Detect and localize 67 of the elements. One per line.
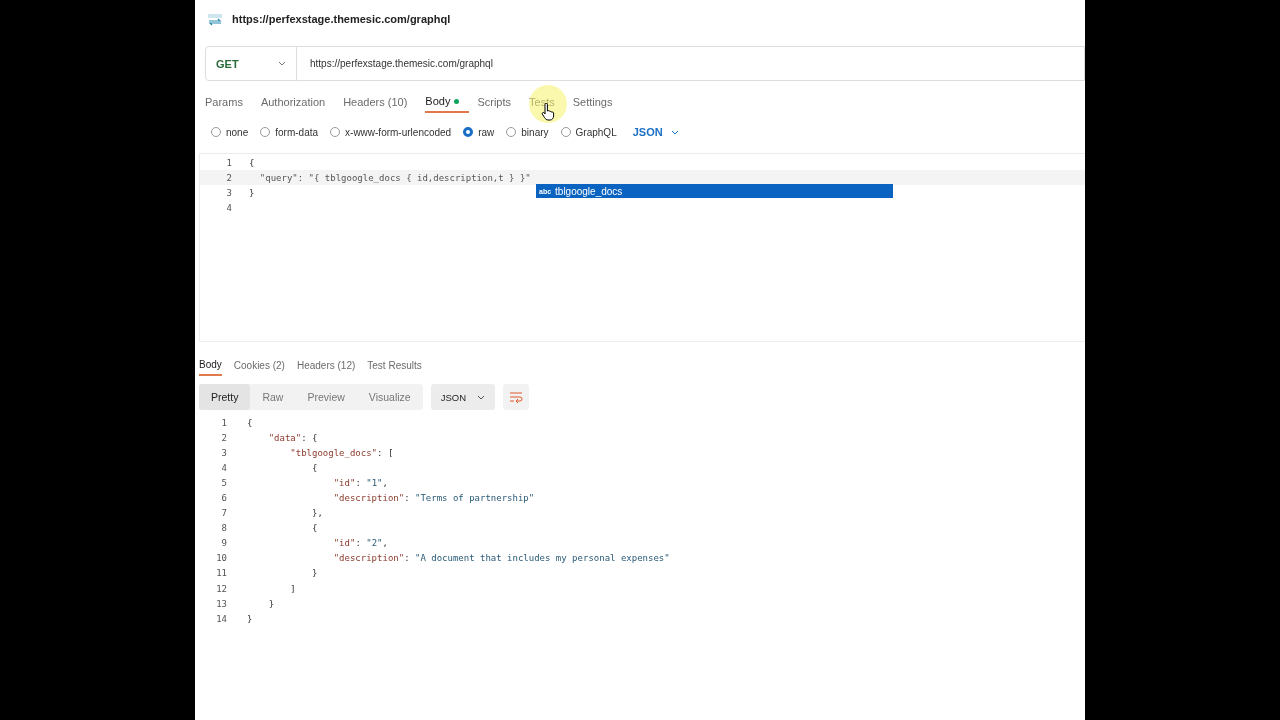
method-dropdown[interactable]: GET bbox=[205, 46, 297, 81]
chevron-down-icon bbox=[476, 394, 485, 400]
wrap-button[interactable] bbox=[502, 384, 529, 410]
body-type-radio[interactable]: none bbox=[211, 126, 249, 138]
http-icon bbox=[207, 12, 223, 26]
suggestion-text: tblgoogle_docs bbox=[555, 185, 623, 197]
response-tab[interactable]: Headers (12) bbox=[296, 354, 356, 376]
request-tab[interactable]: Headers (10) bbox=[343, 91, 418, 113]
body-type-radio[interactable]: form-data bbox=[260, 126, 319, 138]
line-number: 1 bbox=[220, 417, 227, 428]
code-line: } bbox=[246, 613, 253, 624]
request-tab[interactable]: Settings bbox=[572, 91, 623, 113]
request-tab[interactable]: Body bbox=[425, 91, 470, 113]
response-tab[interactable]: Cookies (2) bbox=[233, 354, 285, 376]
view-mode-tab[interactable]: Raw bbox=[250, 384, 296, 410]
body-type-radio[interactable]: x-www-form-urlencoded bbox=[330, 126, 452, 138]
line-number: 6 bbox=[220, 493, 227, 503]
line-number: 3 bbox=[225, 187, 232, 198]
code-line: { bbox=[311, 462, 318, 473]
code-line: "description": "Terms of partnership" bbox=[332, 493, 535, 503]
line-number: 4 bbox=[220, 462, 227, 473]
code-line: } bbox=[248, 187, 255, 198]
body-type-radio[interactable]: GraphQL bbox=[560, 126, 617, 138]
line-number: 9 bbox=[220, 538, 227, 549]
line-number: 3 bbox=[220, 447, 227, 458]
code-line: } bbox=[311, 568, 318, 579]
code-line: } bbox=[267, 598, 275, 609]
code-line: { bbox=[248, 157, 255, 168]
line-number: 8 bbox=[220, 523, 227, 534]
request-tab[interactable]: Authorization bbox=[260, 91, 336, 113]
chevron-down-icon bbox=[278, 61, 286, 66]
code-line: "query": "{ tblgoogle_docs { id,description,t } }" bbox=[258, 172, 531, 183]
code-line: "tblgoogle_docs": [ bbox=[289, 447, 394, 458]
line-number: 14 bbox=[215, 613, 227, 624]
response-format-dropdown[interactable]: JSON bbox=[430, 384, 495, 410]
code-line: "data": { bbox=[267, 432, 318, 443]
request-tab[interactable]: Params bbox=[205, 91, 253, 113]
body-type-radio[interactable]: binary bbox=[506, 126, 549, 138]
code-line: ] bbox=[289, 583, 296, 594]
chevron-down-icon bbox=[670, 129, 679, 135]
line-number: 11 bbox=[215, 568, 227, 579]
view-mode-tab[interactable]: Preview bbox=[295, 384, 357, 410]
line-number: 2 bbox=[225, 172, 232, 183]
request-title: https://perfexstage.themesic.com/graphql bbox=[232, 13, 451, 25]
code-line: }, bbox=[311, 508, 323, 519]
line-number: 7 bbox=[220, 508, 227, 519]
body-type-radio[interactable]: raw bbox=[463, 126, 495, 138]
line-number: 13 bbox=[215, 598, 227, 609]
line-number: 10 bbox=[215, 553, 227, 564]
code-line: "id": "1", bbox=[332, 477, 388, 488]
url-field[interactable]: https://perfexstage.themesic.com/graphql bbox=[297, 46, 1085, 81]
line-number: 4 bbox=[225, 202, 232, 213]
view-mode-tab[interactable]: Pretty bbox=[199, 384, 251, 410]
response-tab[interactable]: Body bbox=[199, 354, 222, 376]
line-number: 5 bbox=[220, 477, 227, 488]
request-tab[interactable]: Scripts bbox=[477, 91, 522, 113]
code-line: { bbox=[311, 523, 318, 534]
view-mode-tab[interactable]: Visualize bbox=[356, 384, 423, 410]
response-tab[interactable]: Test Results bbox=[367, 354, 422, 376]
code-line: "id": "2", bbox=[332, 538, 388, 549]
line-number: 1 bbox=[225, 157, 232, 168]
code-line: "description": "A document that includes my personal expenses" bbox=[332, 553, 670, 564]
format-dropdown[interactable]: JSON bbox=[628, 126, 679, 138]
line-number: 2 bbox=[220, 432, 227, 443]
line-number: 12 bbox=[215, 583, 227, 594]
code-line: { bbox=[246, 417, 253, 428]
wrap-lines-icon bbox=[508, 391, 523, 403]
